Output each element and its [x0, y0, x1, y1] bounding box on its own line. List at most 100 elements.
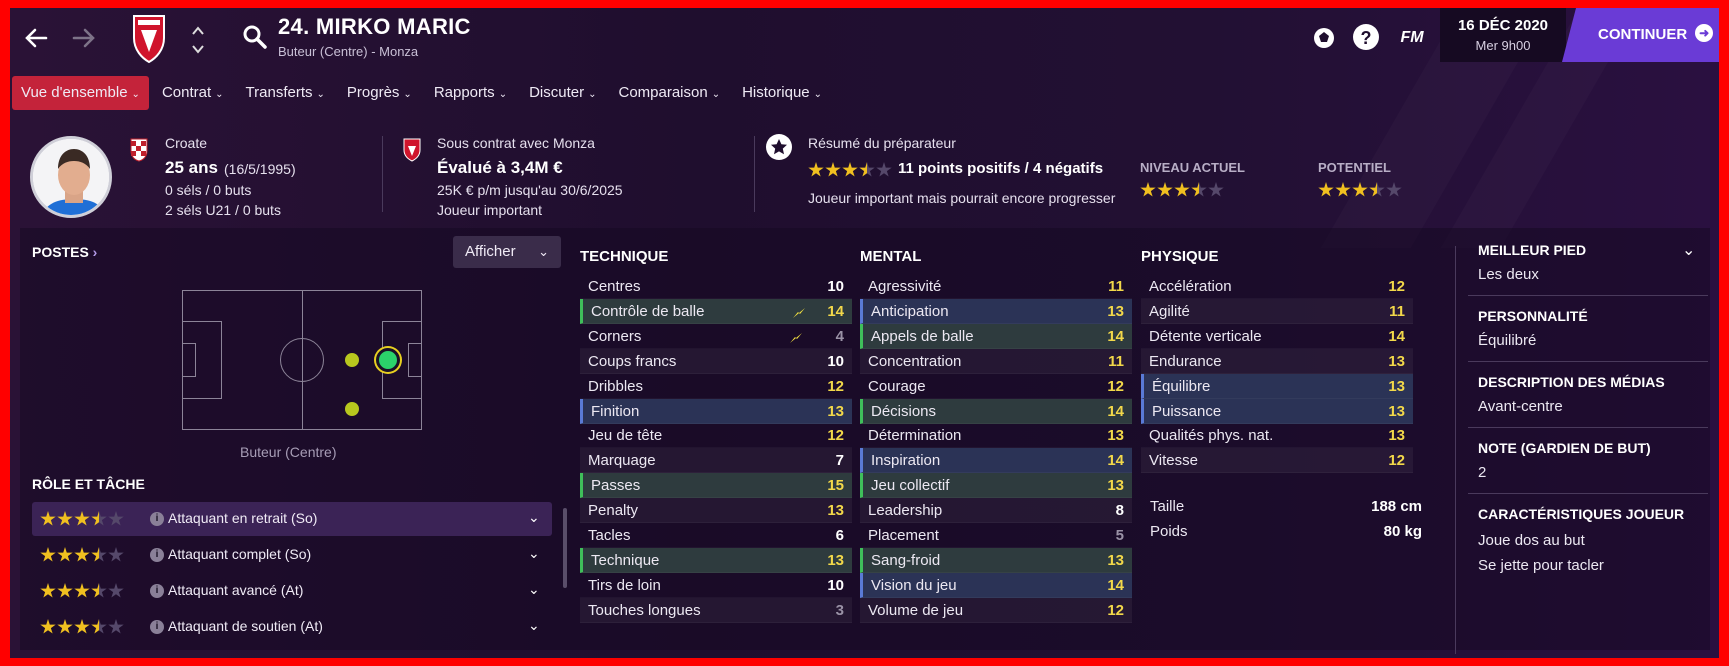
attribute-row[interactable]: Anticipation 13: [860, 298, 1132, 324]
attribute-row[interactable]: Dribbles 12: [580, 374, 852, 399]
info-icon[interactable]: i: [150, 548, 164, 562]
attribute-value: 12: [1388, 452, 1405, 470]
chevron-down-icon[interactable]: ⌄: [1682, 240, 1695, 260]
position-dot-right-forward[interactable]: [345, 402, 359, 416]
media-description-value: Avant-centre: [1478, 398, 1563, 415]
up-down-icon[interactable]: [190, 18, 206, 62]
attribute-row[interactable]: Vision du jeu 14: [860, 572, 1132, 598]
attribute-row[interactable]: Endurance 13: [1141, 348, 1413, 374]
role-row[interactable]: i Attaquant avancé (At) ⌄: [32, 574, 552, 608]
afficher-dropdown[interactable]: Afficher ⌄: [453, 236, 561, 268]
attribute-row[interactable]: Volume de jeu 12: [860, 597, 1132, 623]
squad-status: Joueur important: [437, 202, 543, 218]
attribute-row[interactable]: Touches longues 3: [580, 597, 852, 623]
attribute-row[interactable]: Technique 13: [580, 547, 852, 573]
attribute-row[interactable]: Décisions 14: [860, 398, 1132, 424]
attribute-name: Détente verticale: [1149, 327, 1262, 345]
attribute-row[interactable]: Passes 15: [580, 473, 852, 499]
attribute-row[interactable]: Agilité 11: [1141, 298, 1413, 324]
positions-title-text: POSTES: [32, 244, 89, 260]
back-arrow-icon[interactable]: [20, 22, 52, 54]
continue-button[interactable]: CONTINUER ➜: [1562, 8, 1719, 62]
attribute-name: Technique: [591, 551, 660, 569]
preferred-attribute-icon: [789, 331, 803, 343]
roles-scrollbar[interactable]: [563, 508, 567, 588]
tab-history[interactable]: Historique ⌄: [733, 76, 831, 110]
forward-arrow-icon[interactable]: [68, 22, 100, 54]
attribute-row[interactable]: Corners 4: [580, 324, 852, 349]
attribute-row[interactable]: Qualités phys. nat. 13: [1141, 423, 1413, 449]
info-icon[interactable]: i: [150, 512, 164, 526]
info-icon[interactable]: i: [150, 584, 164, 598]
positions-title[interactable]: POSTES ›: [32, 244, 97, 260]
attribute-row[interactable]: Contrôle de balle 14: [580, 298, 852, 324]
search-icon[interactable]: [242, 24, 268, 50]
chevron-down-icon[interactable]: ⌄: [528, 509, 540, 526]
chevron-down-icon[interactable]: ⌄: [528, 581, 540, 598]
avatar[interactable]: [30, 136, 112, 218]
attribute-value: 12: [1388, 278, 1405, 295]
attribute-row[interactable]: Concentration 11: [860, 348, 1132, 374]
tab-compare[interactable]: Comparaison ⌄: [609, 76, 729, 110]
attribute-row[interactable]: Vitesse 12: [1141, 448, 1413, 474]
coach-report-title[interactable]: Résumé du préparateur: [808, 135, 956, 151]
attribute-name: Contrôle de balle: [591, 302, 705, 320]
contract-line[interactable]: Sous contrat avec Monza: [437, 135, 595, 151]
tab-progress[interactable]: Progrès ⌄: [338, 76, 421, 110]
attribute-row[interactable]: Appels de balle 14: [860, 323, 1132, 349]
afficher-label: Afficher: [465, 243, 516, 260]
attribute-row[interactable]: Marquage 7: [580, 448, 852, 474]
role-row[interactable]: i Attaquant complet (So) ⌄: [32, 538, 552, 572]
attribute-row[interactable]: Détente verticale 14: [1141, 324, 1413, 349]
player-subtitle[interactable]: Buteur (Centre) - Monza: [278, 44, 418, 59]
attribute-row[interactable]: Penalty 13: [580, 498, 852, 524]
tab-transfers[interactable]: Transferts ⌄: [237, 76, 334, 110]
current-level-stars: [1140, 182, 1224, 198]
fm-logo-icon[interactable]: FM: [1395, 24, 1429, 52]
attribute-row[interactable]: Tacles 6: [580, 523, 852, 548]
attribute-row[interactable]: Centres 10: [580, 274, 852, 299]
attribute-row[interactable]: Détermination 13: [860, 423, 1132, 449]
attribute-row[interactable]: Inspiration 14: [860, 448, 1132, 474]
attribute-row[interactable]: Sang-froid 13: [860, 547, 1132, 573]
attribute-row[interactable]: Placement 5: [860, 523, 1132, 548]
ball-icon[interactable]: [1310, 24, 1338, 52]
attribute-row[interactable]: Équilibre 13: [1141, 373, 1413, 399]
tab-discuss[interactable]: Discuter ⌄: [520, 76, 605, 110]
attribute-row[interactable]: Agressivité 11: [860, 274, 1132, 299]
attribute-name: Détermination: [868, 427, 962, 445]
star-badge-icon: [766, 134, 792, 160]
attribute-value: 5: [1115, 527, 1124, 544]
nationality[interactable]: Croate: [165, 135, 207, 151]
divider: [1468, 295, 1708, 296]
attribute-value: 12: [1107, 377, 1124, 395]
attribute-value: 10: [827, 576, 844, 594]
attribute-row[interactable]: Accélération 12: [1141, 274, 1413, 299]
attribute-row[interactable]: Coups francs 10: [580, 348, 852, 374]
help-icon[interactable]: ?: [1353, 24, 1379, 50]
club-crest-small-icon: [403, 138, 421, 162]
attribute-row[interactable]: Jeu collectif 13: [860, 473, 1132, 499]
attribute-row[interactable]: Finition 13: [580, 398, 852, 424]
tab-reports[interactable]: Rapports ⌄: [425, 76, 516, 110]
role-stars: [40, 619, 124, 635]
attribute-row[interactable]: Tirs de loin 10: [580, 573, 852, 598]
tab-contract[interactable]: Contrat ⌄: [153, 76, 233, 110]
chevron-down-icon[interactable]: ⌄: [528, 545, 540, 562]
role-row[interactable]: i Attaquant de soutien (At) ⌄: [32, 610, 552, 644]
chevron-down-icon[interactable]: ⌄: [528, 617, 540, 634]
position-dot-striker[interactable]: [376, 348, 400, 372]
attribute-row[interactable]: Puissance 13: [1141, 398, 1413, 424]
tab-overview[interactable]: Vue d'ensemble ⌄: [12, 76, 149, 110]
attribute-row[interactable]: Jeu de tête 12: [580, 423, 852, 449]
attribute-row[interactable]: Courage 12: [860, 374, 1132, 399]
role-row[interactable]: i Attaquant en retrait (So) ⌄: [32, 502, 552, 536]
position-dot-attacking-mid[interactable]: [345, 353, 359, 367]
tab-label: Historique: [742, 84, 810, 101]
star-icon: [1369, 182, 1385, 197]
attribute-row[interactable]: Leadership 8: [860, 498, 1132, 524]
info-icon[interactable]: i: [150, 620, 164, 634]
attribute-name: Équilibre: [1152, 377, 1211, 395]
current-time: Mer 9h00: [1475, 38, 1531, 53]
club-crest-icon[interactable]: [132, 12, 166, 64]
